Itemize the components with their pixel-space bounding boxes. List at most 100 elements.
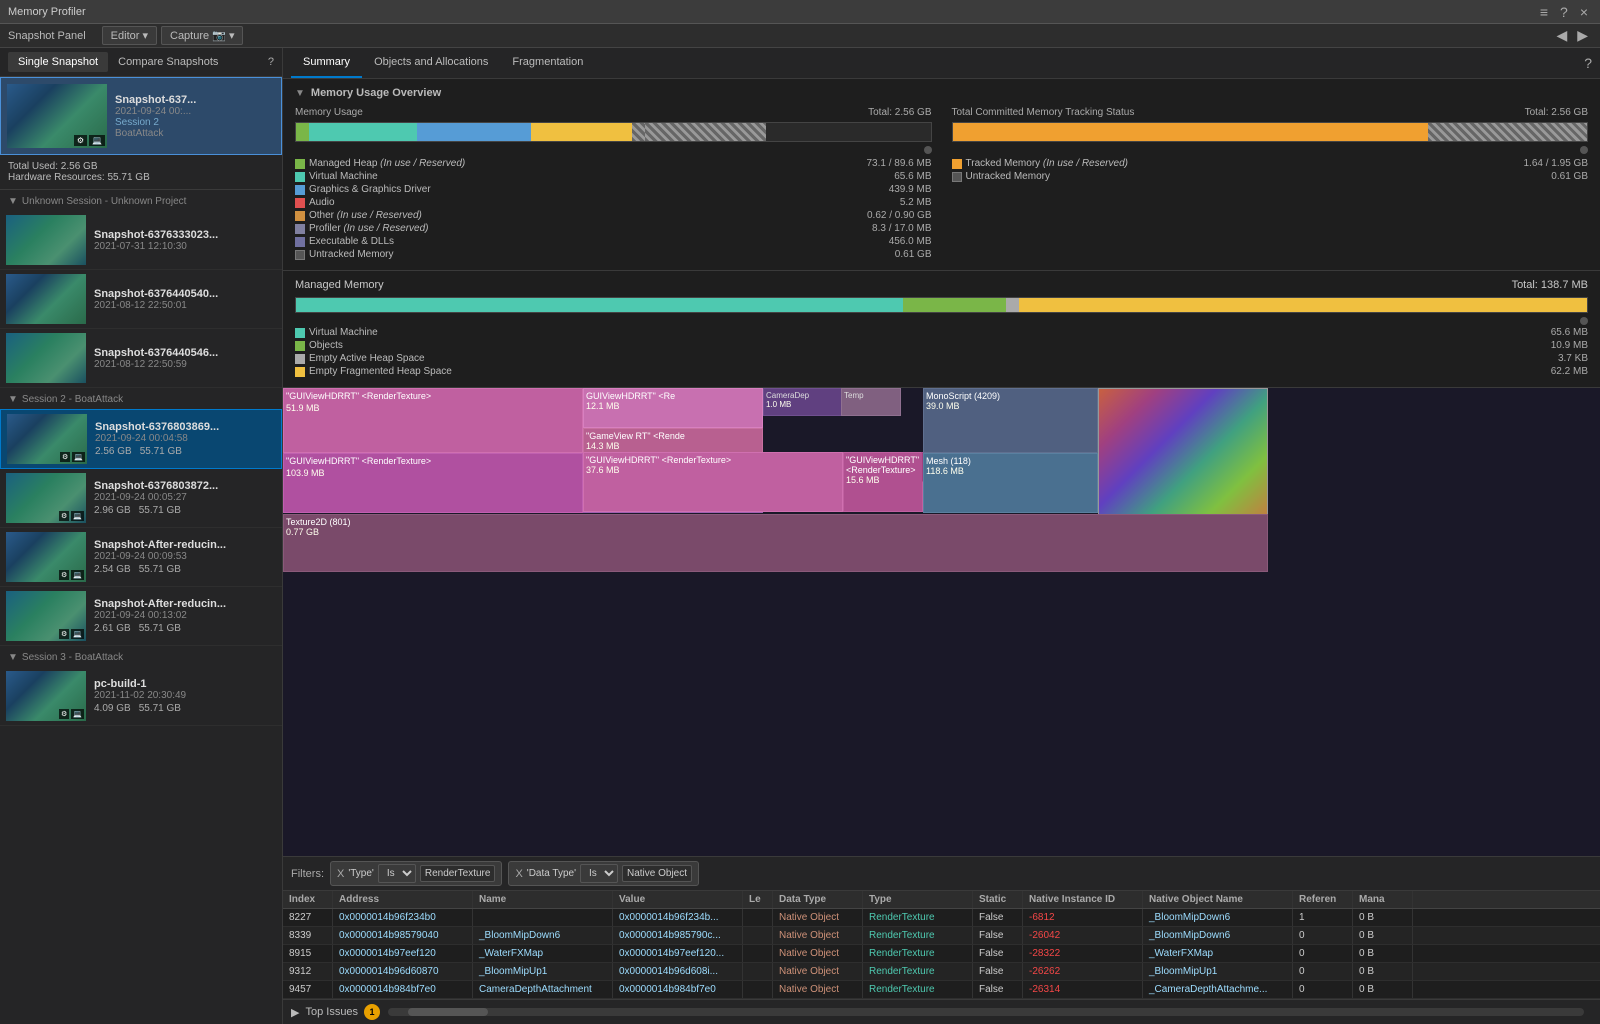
table-cell-le: [743, 927, 773, 944]
snapshot-item-2[interactable]: Snapshot-6376440540... 2021-08-12 22:50:…: [0, 270, 282, 329]
snapshot-item-4[interactable]: ⚙ 💻 Snapshot-6376803869... 2021-09-24 00…: [0, 409, 282, 469]
table-cell-address: 0x0000014b984bf7e0: [333, 981, 473, 998]
filter-remove-1[interactable]: X: [337, 868, 344, 880]
snapshot-item-6[interactable]: ⚙ 💻 Snapshot-After-reducin... 2021-09-24…: [0, 528, 282, 587]
table-cell-index: 8915: [283, 945, 333, 962]
table-row[interactable]: 89150x0000014b97eef120_WaterFXMap0x00000…: [283, 945, 1600, 963]
col-name[interactable]: Name: [473, 891, 613, 908]
snapshot-item-3[interactable]: Snapshot-6376440546... 2021-08-12 22:50:…: [0, 329, 282, 388]
snapshot-thumb-7: ⚙ 💻: [6, 591, 86, 641]
legend-color-graphics: [295, 185, 305, 195]
nav-forward-icon[interactable]: ▶: [1573, 27, 1592, 44]
snapshot-item-5[interactable]: ⚙ 💻 Snapshot-6376803872... 2021-09-24 00…: [0, 469, 282, 528]
bar-tracked: [953, 123, 1429, 141]
session-arrow-2[interactable]: ▼: [8, 394, 18, 405]
tab-compare-snapshots[interactable]: Compare Snapshots: [108, 52, 228, 72]
table-cell-name: CameraDepthAttachment: [473, 981, 613, 998]
table-row[interactable]: 83390x0000014b98579040_BloomMipDown60x00…: [283, 927, 1600, 945]
total-committed-bar: [952, 122, 1589, 142]
frag-block-1[interactable]: "GUIViewHDRRT" <RenderTexture> 51.9 MB: [283, 388, 583, 453]
legend-empty-active: Empty Active Heap Space 3.7 KB: [295, 353, 1588, 364]
col-native-id[interactable]: Native Instance ID: [1023, 891, 1143, 908]
session-arrow-unknown[interactable]: ▼: [8, 196, 18, 207]
frag-block-texture[interactable]: Texture2D (801) 0.77 GB: [283, 514, 1268, 572]
help-icon[interactable]: ?: [1556, 4, 1572, 20]
frag-block-cameadep[interactable]: CameraDep 1.0 MB: [763, 388, 843, 416]
menu-icon[interactable]: ≡: [1536, 4, 1552, 20]
snapshot-item-8[interactable]: ⚙ 💻 pc-build-1 2021-11-02 20:30:49 4.09 …: [0, 667, 282, 726]
table-row[interactable]: 82270x0000014b96f234b00x0000014b96f234b.…: [283, 909, 1600, 927]
col-references[interactable]: Referen: [1293, 891, 1353, 908]
legend-color-managed-vm: [295, 328, 305, 338]
table-row[interactable]: 93120x0000014b96d60870_BloomMipUp10x0000…: [283, 963, 1600, 981]
col-index[interactable]: Index: [283, 891, 333, 908]
snapshot-sizes-4: 2.56 GB55.71 GB: [95, 446, 275, 457]
editor-button[interactable]: Editor ▾: [102, 26, 157, 45]
frag-block-2[interactable]: "GUIViewHDRRT" <RenderTexture> 103.9 MB: [283, 453, 583, 513]
table-cell-le: [743, 909, 773, 926]
snapshot-item-7[interactable]: ⚙ 💻 Snapshot-After-reducin... 2021-09-24…: [0, 587, 282, 646]
table-cell-le: [743, 945, 773, 962]
frag-block-monoscript[interactable]: MonoScript (4209) 39.0 MB: [923, 388, 1098, 453]
table-cell-nativeInstanceId: -26042: [1023, 927, 1143, 944]
col-static[interactable]: Static: [973, 891, 1023, 908]
frag-block-7[interactable]: "GUIViewHDRRT" <RenderTexture> 15.6 MB: [843, 452, 923, 512]
legend-color-empty-frag: [295, 367, 305, 377]
snapshot-item-1[interactable]: Snapshot-6376333023... 2021-07-31 12:10:…: [0, 211, 282, 270]
filter-remove-2[interactable]: X: [515, 868, 522, 880]
bar-managed-heap: [296, 123, 309, 141]
table-cell-references: 1: [1293, 909, 1353, 926]
filter-bar: Filters: X 'Type' Is RenderTexture X 'Da…: [283, 856, 1600, 891]
snapshot-thumb-4: ⚙ 💻: [7, 414, 87, 464]
table-cell-managed: 0 B: [1353, 981, 1413, 998]
table-cell-managed: 0 B: [1353, 963, 1413, 980]
frag-block-temp[interactable]: Temp: [841, 388, 901, 416]
frag-block-3[interactable]: GUIViewHDRRT" <Re 12.1 MB: [583, 388, 763, 428]
col-datatype[interactable]: Data Type: [773, 891, 863, 908]
close-icon[interactable]: ×: [1576, 4, 1592, 20]
table-cell-value: 0x0000014b96f234b...: [613, 909, 743, 926]
session-name-unknown: Unknown Session - Unknown Project: [22, 196, 187, 207]
legend-managed-objects: Objects 10.9 MB: [295, 340, 1588, 351]
legend-color-managed-heap: [295, 159, 305, 169]
table-cell-nativeInstanceId: -28322: [1023, 945, 1143, 962]
filter-op-2[interactable]: Is: [580, 864, 618, 883]
table-cell-value: 0x0000014b97eef120...: [613, 945, 743, 962]
tab-fragmentation[interactable]: Fragmentation: [500, 48, 595, 78]
table-cell-nativeInstanceId: -26314: [1023, 981, 1143, 998]
filter-value-1: RenderTexture: [420, 865, 496, 882]
col-le[interactable]: Le: [743, 891, 773, 908]
managed-memory-header: Managed Memory Total: 138.7 MB: [295, 279, 1588, 291]
horizontal-scrollbar[interactable]: [388, 1008, 1584, 1016]
tab-summary[interactable]: Summary: [291, 48, 362, 78]
capture-button[interactable]: Capture 📷 ▾: [161, 26, 243, 45]
content-tab-help-icon[interactable]: ?: [1584, 55, 1592, 71]
table-row[interactable]: 94570x0000014b984bf7e0CameraDepthAttachm…: [283, 981, 1600, 999]
snapshot-name-8: pc-build-1: [94, 678, 276, 690]
session-arrow-3[interactable]: ▼: [8, 652, 18, 663]
snapshot-info-6: Snapshot-After-reducin... 2021-09-24 00:…: [94, 539, 276, 575]
tab-single-snapshot[interactable]: Single Snapshot: [8, 52, 108, 72]
tab-help-icon[interactable]: ?: [268, 56, 274, 68]
col-managed[interactable]: Mana: [1353, 891, 1413, 908]
legend-empty-frag: Empty Fragmented Heap Space 62.2 MB: [295, 366, 1588, 377]
table-cell-references: 0: [1293, 981, 1353, 998]
frag-block-6[interactable]: "GUIViewHDRRT" <RenderTexture> 37.6 MB: [583, 452, 843, 512]
frag-block-colorful[interactable]: [1098, 388, 1268, 516]
col-native-name[interactable]: Native Object Name: [1143, 891, 1293, 908]
snapshot-date-4: 2021-09-24 00:04:58: [95, 433, 275, 444]
bar-stripe2: [645, 123, 766, 141]
top-issues-toggle[interactable]: ▶ Top Issues 1: [291, 1004, 380, 1020]
col-address[interactable]: Address: [333, 891, 473, 908]
col-type[interactable]: Type: [863, 891, 973, 908]
snapshot-item-featured[interactable]: ⚙ 💻 Snapshot-637... 2021-09-24 00:... Se…: [0, 77, 282, 155]
session-header-3: ▼ Session 3 - BoatAttack: [0, 646, 282, 667]
col-value[interactable]: Value: [613, 891, 743, 908]
frag-block-mesh[interactable]: Mesh (118) 118.6 MB: [923, 453, 1098, 513]
filter-op-1[interactable]: Is: [378, 864, 416, 883]
panel-title: Snapshot Panel: [8, 30, 86, 42]
nav-back-icon[interactable]: ◀: [1552, 27, 1571, 44]
snapshot-name-6: Snapshot-After-reducin...: [94, 539, 276, 551]
tab-objects-allocations[interactable]: Objects and Allocations: [362, 48, 500, 78]
section-arrow-memory[interactable]: ▼: [295, 88, 305, 99]
